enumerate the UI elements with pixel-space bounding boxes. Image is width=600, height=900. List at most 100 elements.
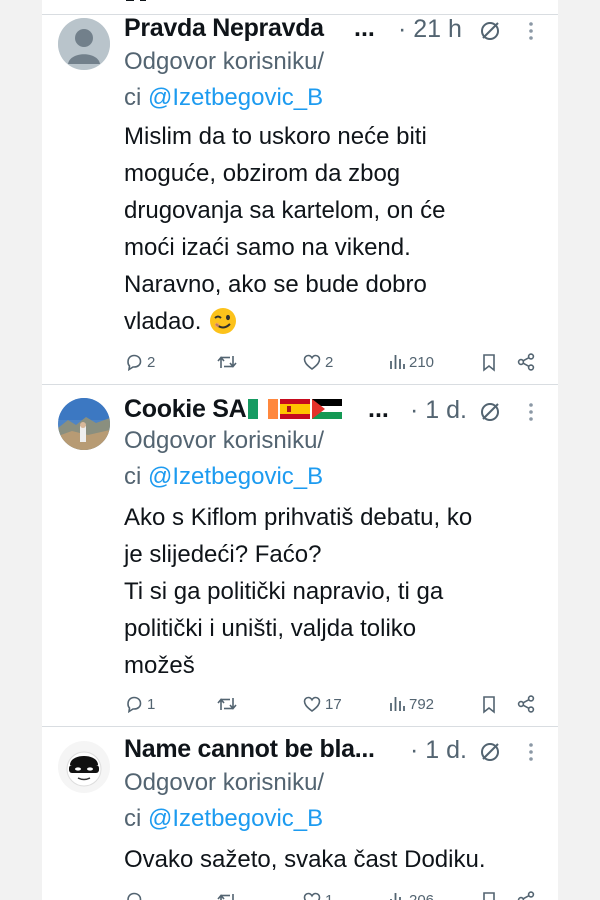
tweet-text-line-last: vladao. xyxy=(124,303,544,340)
bookmark-icon xyxy=(483,892,495,900)
winking-face-emoji-icon xyxy=(210,308,237,334)
name-ellipsis: ... xyxy=(368,395,389,423)
views-icon xyxy=(390,697,405,711)
repost-button[interactable] xyxy=(216,349,238,375)
tweet-time[interactable]: · 1 d. xyxy=(410,736,467,765)
reply-prefix: Odgovor korisniku/ xyxy=(124,769,325,796)
tweet-text-line: moguće, obzirom da zbog xyxy=(124,160,401,187)
like-count: 1 xyxy=(325,891,334,900)
reply-button[interactable] xyxy=(124,887,144,900)
tweet-actions: 2 2 210 xyxy=(124,349,544,375)
repost-icon xyxy=(217,698,237,710)
bookmark-button[interactable] xyxy=(480,691,498,717)
tweet[interactable]: Name cannot be bla... · 1 d. Odgovor kor… xyxy=(42,727,558,900)
share-button[interactable] xyxy=(516,691,536,717)
reply-prefix: Odgovor korisniku/ xyxy=(124,48,325,75)
like-button[interactable]: 2 xyxy=(302,349,333,375)
reply-handle-link[interactable]: @Izetbegovic_B xyxy=(148,805,323,832)
reply-context: Odgovor korisniku/ ci @Izetbegovic_B xyxy=(124,765,324,837)
tweet-time[interactable]: · 1 d. xyxy=(410,396,467,425)
spain-flag-icon xyxy=(280,399,311,419)
like-icon xyxy=(303,354,321,371)
tweet-text-line: politički i uništi, valjda toliko xyxy=(124,615,417,642)
display-name[interactable]: Name cannot be bla... xyxy=(124,735,375,764)
like-count: 2 xyxy=(325,353,334,371)
reply-handle-link[interactable]: @Izetbegovic_B xyxy=(148,463,323,490)
tweet-actions: 1 17 792 xyxy=(124,691,544,717)
display-name[interactable]: Cookie SA xyxy=(124,395,343,424)
repost-button[interactable] xyxy=(216,887,238,900)
grok-icon[interactable] xyxy=(479,20,501,42)
view-count: 210 xyxy=(409,353,435,371)
reply-button[interactable]: 1 xyxy=(124,691,155,717)
previous-tweet-edge xyxy=(126,0,152,6)
view-count: 206 xyxy=(409,891,435,900)
reply-icon xyxy=(127,696,142,714)
repost-icon xyxy=(217,894,234,900)
ireland-flag-icon xyxy=(248,399,279,419)
repost-icon xyxy=(217,356,237,368)
reply-ci: ci xyxy=(124,84,142,111)
tweet-text-line: Ako s Kiflom prihvatiš debatu, ko xyxy=(124,504,473,531)
avatar[interactable] xyxy=(58,18,110,70)
reply-context: Odgovor korisniku/ ci @Izetbegovic_B xyxy=(124,44,324,116)
like-button[interactable]: 1 xyxy=(302,887,333,900)
tweet-time[interactable]: · 21 h xyxy=(398,15,462,44)
views-button[interactable]: 206 xyxy=(388,887,434,900)
reply-count: 2 xyxy=(147,353,156,371)
bookmark-button[interactable] xyxy=(480,349,498,375)
reply-count: 1 xyxy=(147,695,156,713)
like-button[interactable]: 17 xyxy=(302,691,342,717)
tweet[interactable]: Cookie SA ... · 1 d. Odgovor korisniku/ … xyxy=(42,385,558,727)
reply-handle-link[interactable]: @Izetbegovic_B xyxy=(148,84,323,111)
masked-face-avatar-icon xyxy=(58,741,110,793)
more-icon[interactable] xyxy=(528,400,534,424)
share-icon xyxy=(517,353,535,371)
tweet-text-line: vladao. xyxy=(124,308,202,335)
share-icon xyxy=(517,891,535,900)
tweet-text-line: Ovako sažeto, svaka čast Dodiku. xyxy=(124,846,486,873)
bookmark-icon xyxy=(483,354,495,372)
tweet-text: Ovako sažeto, svaka čast Dodiku. xyxy=(124,841,544,878)
tweet[interactable]: Pravda Nepravda ... · 21 h Odgovor koris… xyxy=(42,14,558,385)
palestine-flag-icon xyxy=(312,399,343,419)
avatar[interactable] xyxy=(58,741,110,793)
reply-ci: ci xyxy=(124,463,142,490)
views-icon xyxy=(390,893,401,900)
share-button[interactable] xyxy=(516,887,536,900)
grok-icon[interactable] xyxy=(479,741,501,763)
tweet-text-line: Ti si ga politički napravio, ti ga xyxy=(124,578,444,605)
reply-icon xyxy=(127,892,142,900)
like-icon xyxy=(303,892,321,900)
reply-ci: ci xyxy=(124,805,142,832)
more-icon[interactable] xyxy=(528,740,534,764)
grok-icon[interactable] xyxy=(479,401,501,423)
tweet-text-line: možeš xyxy=(124,652,195,679)
repost-button[interactable] xyxy=(216,691,238,717)
tweet-text-line: je slijedeći? Faćo? xyxy=(124,541,322,568)
tweet-text-line: Mislim da to uskoro neće biti xyxy=(124,123,427,150)
tweet-actions: 1 206 xyxy=(124,887,544,900)
landscape-avatar-icon xyxy=(58,398,110,450)
share-button[interactable] xyxy=(516,349,536,375)
views-icon xyxy=(390,355,405,369)
share-icon xyxy=(517,695,535,713)
display-name[interactable]: Pravda Nepravda xyxy=(124,14,324,43)
name-ellipsis: ... xyxy=(354,14,375,42)
tweet-text: Ako s Kiflom prihvatiš debatu, ko je sli… xyxy=(124,499,544,684)
timeline: Pravda Nepravda ... · 21 h Odgovor koris… xyxy=(42,0,558,900)
reply-context: Odgovor korisniku/ ci @Izetbegovic_B xyxy=(124,423,324,495)
more-icon[interactable] xyxy=(528,19,534,43)
bookmark-button[interactable] xyxy=(480,887,498,900)
reply-button[interactable]: 2 xyxy=(124,349,155,375)
tweet-text: Mislim da to uskoro neće biti moguće, ob… xyxy=(124,118,544,340)
bookmark-icon xyxy=(483,696,495,714)
like-count: 17 xyxy=(325,695,342,713)
views-button[interactable]: 792 xyxy=(388,691,434,717)
display-name-text: Cookie SA xyxy=(124,395,247,423)
avatar[interactable] xyxy=(58,398,110,450)
default-avatar-icon xyxy=(58,18,110,70)
tweet-text-line: Naravno, ako se bude dobro xyxy=(124,271,427,298)
reply-icon xyxy=(127,354,142,372)
views-button[interactable]: 210 xyxy=(388,349,434,375)
